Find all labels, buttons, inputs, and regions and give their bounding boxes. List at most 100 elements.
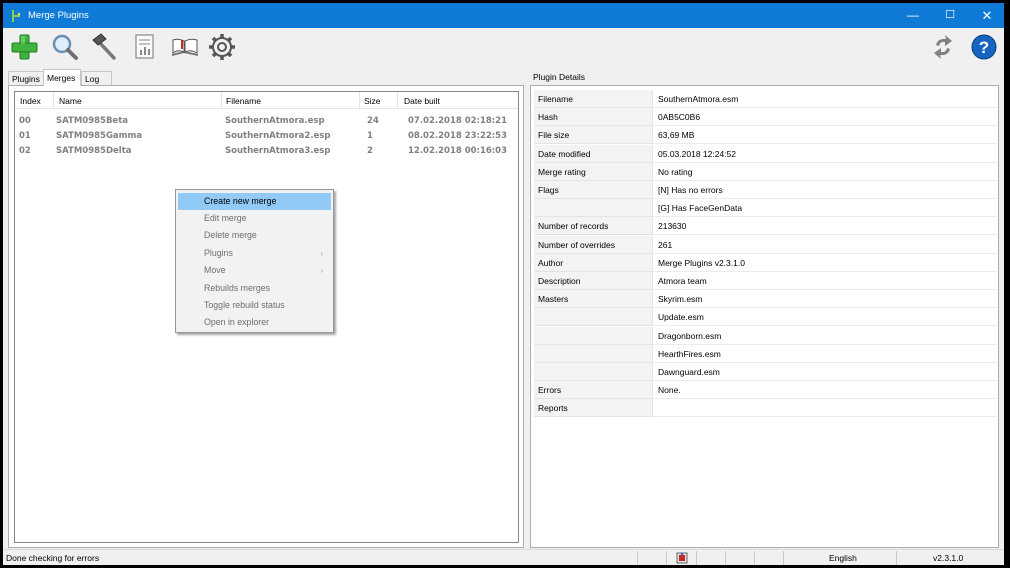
column-header-size[interactable]: Size bbox=[364, 96, 381, 106]
details-row[interactable]: Number of overrides 261 bbox=[534, 235, 997, 254]
details-key: Hash bbox=[534, 108, 652, 127]
row-name: SATM0985Gamma bbox=[56, 131, 143, 141]
hammer-icon bbox=[92, 33, 116, 60]
menu-item-delete-merge[interactable]: Delete merge bbox=[178, 227, 331, 244]
column-header-index[interactable]: Index bbox=[20, 96, 41, 106]
details-row[interactable]: HearthFires.esm bbox=[534, 344, 997, 363]
dictionary-button[interactable] bbox=[170, 32, 200, 62]
details-key bbox=[534, 344, 652, 363]
menu-item-toggle-rebuild-status[interactable]: Toggle rebuild status bbox=[178, 297, 331, 314]
menu-item-open-in-explorer[interactable]: Open in explorer bbox=[178, 314, 331, 331]
details-value: Dawnguard.esm bbox=[652, 363, 997, 381]
table-row[interactable]: 02 SATM0985Delta SouthernAtmora3.esp 2 1… bbox=[15, 144, 518, 159]
minimize-button[interactable]: — bbox=[895, 3, 931, 28]
details-value bbox=[652, 399, 997, 418]
details-row[interactable]: Merge rating No rating bbox=[534, 162, 997, 181]
create-merge-button[interactable] bbox=[9, 32, 39, 62]
details-row[interactable]: Errors None. bbox=[534, 381, 997, 400]
menu-item-label: Plugins bbox=[204, 248, 233, 258]
column-header-filename[interactable]: Filename bbox=[226, 96, 261, 106]
details-row[interactable]: Masters Skyrim.esm bbox=[534, 290, 997, 309]
details-key bbox=[534, 326, 652, 345]
toolbar: ? bbox=[3, 28, 1004, 66]
menu-item-move[interactable]: Move › bbox=[178, 262, 331, 279]
details-row[interactable]: Dawnguard.esm bbox=[534, 363, 997, 381]
details-row[interactable]: Description Atmora team bbox=[534, 272, 997, 290]
tab-merges[interactable]: Merges bbox=[43, 69, 81, 86]
details-value: Merge Plugins v2.3.1.0 bbox=[652, 253, 997, 272]
menu-item-label: Create new merge bbox=[204, 196, 277, 206]
row-date: 07.02.2018 02:18:21 bbox=[408, 116, 508, 126]
settings-gear-icon bbox=[209, 34, 235, 60]
details-key: Number of overrides bbox=[534, 235, 652, 254]
row-date: 12.02.2018 00:16:03 bbox=[408, 146, 508, 156]
details-value: 213630 bbox=[652, 217, 997, 236]
submenu-arrow-icon: › bbox=[320, 249, 323, 258]
svg-text:?: ? bbox=[979, 38, 989, 57]
report-button[interactable] bbox=[130, 32, 160, 62]
submenu-arrow-icon: › bbox=[320, 266, 323, 275]
details-value: Atmora team bbox=[652, 272, 997, 290]
menu-item-label: Toggle rebuild status bbox=[204, 300, 285, 310]
menu-item-label: Move bbox=[204, 265, 226, 275]
details-value: Skyrim.esm bbox=[652, 290, 997, 309]
window-title: Merge Plugins bbox=[28, 10, 89, 21]
search-icon bbox=[52, 34, 78, 60]
maximize-button[interactable]: ☐ bbox=[932, 3, 968, 28]
details-key: Masters bbox=[534, 290, 652, 309]
details-value: No rating bbox=[652, 162, 997, 181]
menu-item-label: Edit merge bbox=[204, 213, 247, 223]
details-key: Number of records bbox=[534, 217, 652, 236]
details-value: HearthFires.esm bbox=[652, 344, 997, 363]
column-header-name[interactable]: Name bbox=[59, 96, 82, 106]
details-row[interactable]: Number of records 213630 bbox=[534, 217, 997, 236]
details-row[interactable]: Author Merge Plugins v2.3.1.0 bbox=[534, 253, 997, 272]
settings-button[interactable] bbox=[207, 32, 237, 62]
close-button[interactable]: ✕ bbox=[969, 3, 1005, 28]
menu-item-plugins[interactable]: Plugins › bbox=[178, 245, 331, 262]
details-row[interactable]: Update.esm bbox=[534, 308, 997, 327]
row-name: SATM0985Delta bbox=[56, 146, 132, 156]
refresh-button[interactable] bbox=[928, 32, 958, 62]
build-button[interactable] bbox=[89, 32, 119, 62]
details-key: Reports bbox=[534, 399, 652, 418]
column-header-date-built[interactable]: Date built bbox=[404, 96, 440, 106]
menu-item-edit-merge[interactable]: Edit merge bbox=[178, 210, 331, 227]
help-button[interactable]: ? bbox=[969, 32, 999, 62]
details-value: SouthernAtmora.esm bbox=[652, 90, 997, 108]
row-index: 01 bbox=[19, 131, 31, 141]
help-icon: ? bbox=[971, 34, 997, 60]
details-row[interactable]: Date modified 05.03.2018 12:24:52 bbox=[534, 144, 997, 163]
dictionary-status-icon[interactable] bbox=[676, 552, 688, 564]
app-icon bbox=[12, 10, 20, 22]
menu-item-label: Open in explorer bbox=[204, 317, 270, 327]
details-key: File size bbox=[534, 126, 652, 145]
details-value: [N] Has no errors bbox=[652, 181, 997, 199]
row-filename: SouthernAtmora3.esp bbox=[225, 146, 331, 156]
details-row[interactable]: Flags [N] Has no errors bbox=[534, 181, 997, 199]
status-version: v2.3.1.0 bbox=[933, 553, 964, 563]
details-row[interactable]: [G] Has FaceGenData bbox=[534, 199, 997, 218]
details-key: Merge rating bbox=[534, 162, 652, 181]
create-merge-icon bbox=[11, 34, 38, 60]
table-row[interactable]: 01 SATM0985Gamma SouthernAtmora2.esp 1 0… bbox=[15, 129, 518, 144]
tab-plugins[interactable]: Plugins bbox=[8, 71, 44, 86]
details-key: Filename bbox=[534, 90, 652, 108]
row-size: 1 bbox=[367, 131, 373, 141]
details-key: Errors bbox=[534, 381, 652, 400]
details-row[interactable]: Filename SouthernAtmora.esm bbox=[534, 90, 997, 108]
report-icon bbox=[135, 34, 154, 59]
details-key: Flags bbox=[534, 181, 652, 199]
details-value: 05.03.2018 12:24:52 bbox=[652, 144, 997, 163]
details-row[interactable]: Reports bbox=[534, 399, 997, 418]
menu-item-rebuild-merges[interactable]: Rebuilds merges bbox=[178, 280, 331, 297]
tab-log[interactable]: Log bbox=[81, 71, 112, 86]
details-row[interactable]: Dragonborn.esm bbox=[534, 326, 997, 345]
menu-item-create-new-merge[interactable]: Create new merge bbox=[178, 193, 331, 210]
search-button[interactable] bbox=[50, 32, 80, 62]
table-row[interactable]: 00 SATM0985Beta SouthernAtmora.esp 24 07… bbox=[15, 114, 518, 129]
menu-item-label: Delete merge bbox=[204, 230, 257, 240]
details-row[interactable]: File size 63,69 MB bbox=[534, 126, 997, 145]
close-icon: ✕ bbox=[981, 8, 993, 23]
details-row[interactable]: Hash 0AB5C0B6 bbox=[534, 108, 997, 127]
